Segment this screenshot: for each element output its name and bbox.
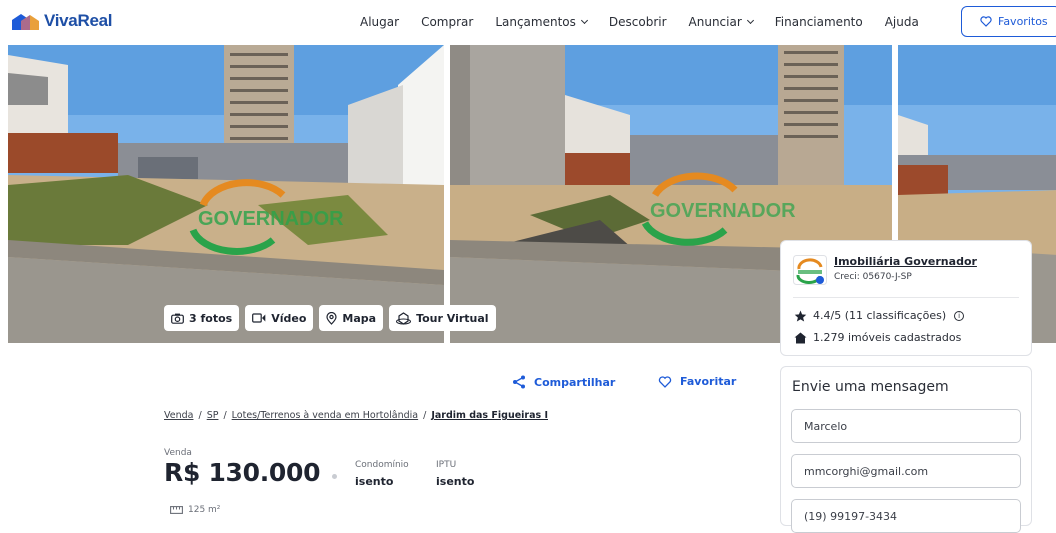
ruler-icon <box>170 506 183 514</box>
rating-text: 4.4/5 (11 classificações) <box>813 309 947 322</box>
name-field[interactable]: Marcelo <box>791 409 1021 443</box>
nav-label: Descobrir <box>608 15 667 29</box>
breadcrumb: Venda / SP / Lotes/Terrenos à venda em H… <box>164 410 548 421</box>
chevron-down-icon <box>746 16 754 25</box>
tour-label: Tour Virtual <box>416 311 489 325</box>
vivareal-logo[interactable]: VivaReal <box>10 11 112 31</box>
nav-item-descobrir[interactable]: Descobrir <box>609 15 667 29</box>
favorite-button[interactable]: Favoritar <box>658 375 736 388</box>
separator-dot <box>332 474 337 479</box>
nav-label: Financiamento <box>774 15 863 29</box>
nav-item-financiamento[interactable]: Financiamento <box>775 15 863 29</box>
top-header: VivaReal Alugar Comprar Lançamentos Desc… <box>0 0 1056 45</box>
virtual-tour-button[interactable]: Tour Virtual <box>389 305 496 331</box>
nav-item-comprar[interactable]: Comprar <box>421 15 473 29</box>
heart-icon <box>658 375 672 388</box>
agency-rating: 4.4/5 (11 classificações) i <box>794 309 965 322</box>
contact-form-title: Envie uma mensagem <box>792 379 949 395</box>
advertiser-card: Imobiliária Governador Creci: 05670-J-SP… <box>780 240 1032 356</box>
name-value: Marcelo <box>804 419 848 433</box>
share-icon <box>513 375 525 389</box>
breadcrumb-item[interactable]: SP <box>207 410 219 421</box>
agency-listings: 1.279 imóveis cadastrados <box>794 331 961 344</box>
house-logo-icon <box>12 14 39 30</box>
favorite-label: Favoritar <box>680 375 737 388</box>
email-field[interactable]: mmcorghi@gmail.com <box>791 454 1021 488</box>
condo-label: Condomínio <box>355 460 409 470</box>
info-icon[interactable]: i <box>954 310 965 321</box>
agency-name-link[interactable]: Imobiliária Governador <box>834 255 977 268</box>
breadcrumb-separator: / <box>423 410 427 421</box>
share-label: Compartilhar <box>534 375 616 389</box>
nav-label: Comprar <box>421 15 474 29</box>
nav-label: Lançamentos <box>495 15 576 29</box>
divider <box>793 297 1019 298</box>
map-button[interactable]: Mapa <box>319 305 384 331</box>
sale-type-label: Venda <box>164 448 192 458</box>
sale-price: R$ 130.000 <box>164 458 321 487</box>
share-button[interactable]: Compartilhar <box>512 375 615 389</box>
photos-button[interactable]: 3 fotos <box>164 305 240 331</box>
phone-value: (19) 99197-3434 <box>804 509 898 523</box>
email-value: mmcorghi@gmail.com <box>804 464 929 478</box>
condo-value: isento <box>355 475 394 488</box>
phone-field[interactable]: (19) 99197-3434 <box>791 499 1021 533</box>
listings-text: 1.279 imóveis cadastrados <box>813 331 962 344</box>
watermark-text: GOVERNADOR <box>198 208 344 230</box>
logo-text: VivaReal <box>44 11 113 30</box>
property-photo-1[interactable]: GOVERNADOR <box>8 45 444 343</box>
nav-item-anunciar[interactable]: Anunciar <box>688 15 754 29</box>
nav-item-ajuda[interactable]: Ajuda <box>885 15 919 29</box>
contact-form: Envie uma mensagem Marcelo mmcorghi@gmai… <box>780 366 1032 533</box>
breadcrumb-current[interactable]: Jardim das Figueiras I <box>431 410 548 421</box>
breadcrumb-separator: / <box>223 410 227 421</box>
photos-label: 3 fotos <box>189 311 233 325</box>
chevron-down-icon <box>580 16 588 25</box>
favorites-button[interactable]: Favoritos <box>961 6 1056 37</box>
main-nav: Alugar Comprar Lançamentos Descobrir Anu… <box>360 15 941 29</box>
favorites-label: Favoritos <box>998 15 1048 28</box>
video-button[interactable]: Vídeo <box>245 305 314 331</box>
nav-item-lancamentos[interactable]: Lançamentos <box>495 15 588 29</box>
map-label: Mapa <box>342 311 377 325</box>
video-label: Vídeo <box>271 311 307 325</box>
watermark-text: GOVERNADOR <box>650 200 796 222</box>
map-pin-icon <box>326 311 337 325</box>
iptu-value: isento <box>436 475 475 488</box>
star-icon <box>794 310 807 321</box>
agency-logo[interactable] <box>793 255 827 285</box>
nav-label: Anunciar <box>688 15 742 29</box>
agency-creci: Creci: 05670-J-SP <box>834 272 912 282</box>
media-buttons: 3 fotos Vídeo Mapa Tour Virtual <box>164 305 496 331</box>
heart-icon <box>980 16 992 27</box>
iptu-label: IPTU <box>436 460 457 470</box>
video-icon <box>252 313 266 323</box>
tour-360-icon <box>396 311 412 325</box>
breadcrumb-item[interactable]: Venda <box>164 410 193 421</box>
camera-icon <box>171 313 184 324</box>
breadcrumb-item[interactable]: Lotes/Terrenos à venda em Hortolândia <box>232 410 418 421</box>
nav-label: Ajuda <box>884 15 919 29</box>
breadcrumb-separator: / <box>198 410 202 421</box>
nav-item-alugar[interactable]: Alugar <box>360 15 399 29</box>
home-icon <box>794 332 807 343</box>
nav-label: Alugar <box>360 15 400 29</box>
